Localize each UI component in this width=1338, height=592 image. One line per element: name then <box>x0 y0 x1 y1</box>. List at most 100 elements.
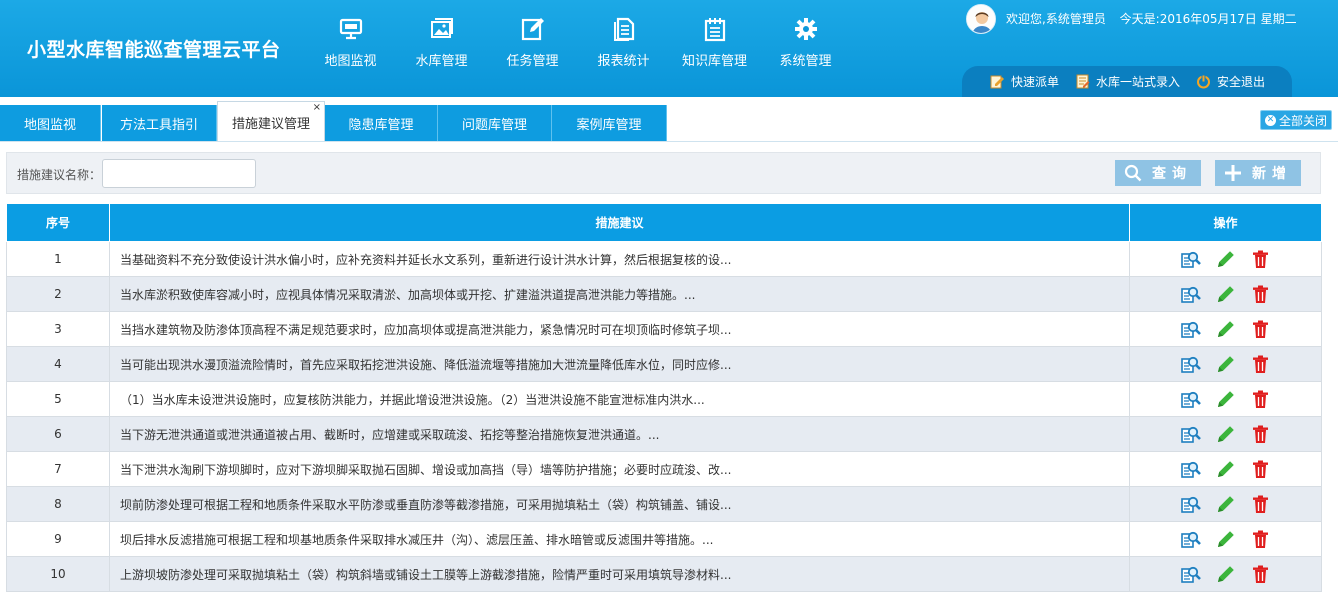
row-index: 7 <box>6 451 110 487</box>
tab-case-library[interactable]: 案例库管理 <box>552 105 667 142</box>
gear-icon <box>794 18 817 40</box>
row-actions <box>1129 346 1322 382</box>
view-detail-icon[interactable] <box>1180 424 1201 445</box>
logout-link[interactable]: 安全退出 <box>1196 73 1265 90</box>
trash-icon[interactable] <box>1250 494 1271 515</box>
view-detail-icon[interactable] <box>1180 389 1201 410</box>
view-detail-icon[interactable] <box>1180 319 1201 340</box>
measure-name-input[interactable] <box>102 159 256 188</box>
nav-item-task[interactable]: 任务管理 <box>487 0 578 97</box>
view-detail-icon[interactable] <box>1180 354 1201 375</box>
row-actions <box>1129 381 1322 417</box>
query-button[interactable]: 查询 <box>1115 160 1201 186</box>
nav-label: 任务管理 <box>506 54 559 69</box>
row-index: 5 <box>6 381 110 417</box>
trash-icon[interactable] <box>1250 389 1271 410</box>
row-index: 1 <box>6 241 110 277</box>
trash-icon[interactable] <box>1250 529 1271 550</box>
search-label: 措施建议名称： <box>17 168 102 182</box>
pencil-icon[interactable] <box>1215 564 1236 585</box>
table-row: 8 坝前防渗处理可根据工程和地质条件采取水平防渗或垂直防渗等截渗措施，可采用抛填… <box>6 486 1322 522</box>
view-detail-icon[interactable] <box>1180 529 1201 550</box>
quick-link-label: 水库一站式录入 <box>1096 75 1181 89</box>
row-index: 2 <box>6 276 110 312</box>
tab-close-icon[interactable]: × <box>313 103 321 113</box>
quick-link-label: 快速派单 <box>1011 75 1060 89</box>
table-body: 1 当基础资料不充分致使设计洪水偏小时，应补充资料并延长水文系列，重新进行设计洪… <box>6 241 1322 592</box>
trash-icon[interactable] <box>1250 459 1271 480</box>
row-index: 10 <box>6 556 110 592</box>
trash-icon[interactable] <box>1250 249 1271 270</box>
add-button[interactable]: 新增 <box>1215 160 1301 186</box>
row-measure-text: 当基础资料不充分致使设计洪水偏小时，应补充资料并延长水文系列，重新进行设计洪水计… <box>109 241 1130 277</box>
pencil-icon[interactable] <box>1215 494 1236 515</box>
measure-table: 序号 措施建议 操作 1 当基础资料不充分致使设计洪水偏小时，应补充资料并延长水… <box>6 203 1322 592</box>
nav-label: 地图监视 <box>324 54 377 69</box>
main-nav: 地图监视 水库管理 任务管理 报表统计 知识库管理 系统管理 <box>305 0 851 97</box>
tab-method-guide[interactable]: 方法工具指引 <box>102 105 217 142</box>
quick-entry-link[interactable]: 水库一站式录入 <box>1075 73 1180 90</box>
view-detail-icon[interactable] <box>1180 494 1201 515</box>
table-row: 2 当水库淤积致使库容减小时，应视具体情况采取清淤、加高坝体或开挖、扩建溢洪道提… <box>6 276 1322 312</box>
nav-item-system[interactable]: 系统管理 <box>760 0 851 97</box>
tab-hazard-library[interactable]: 隐患库管理 <box>325 105 438 142</box>
nav-item-map-monitor[interactable]: 地图监视 <box>305 0 396 97</box>
tab-label: 案例库管理 <box>576 118 642 133</box>
view-detail-icon[interactable] <box>1180 459 1201 480</box>
close-all-tabs-button[interactable]: ✕ 全部关闭 <box>1260 110 1332 130</box>
quick-dispatch-link[interactable]: 快速派单 <box>990 73 1059 90</box>
column-header-measure: 措施建议 <box>109 203 1130 242</box>
table-row: 4 当可能出现洪水漫顶溢流险情时，首先应采取拓挖泄洪设施、降低溢流堰等措施加大泄… <box>6 346 1322 382</box>
pencil-icon[interactable] <box>1215 319 1236 340</box>
trash-icon[interactable] <box>1250 319 1271 340</box>
view-detail-icon[interactable] <box>1180 249 1201 270</box>
row-measure-text: 坝前防渗处理可根据工程和地质条件采取水平防渗或垂直防渗等截渗措施，可采用抛填粘土… <box>109 486 1130 522</box>
row-measure-text: 坝后排水反滤措施可根据工程和坝基地质条件采取排水减压井（沟）、滤层压盖、排水暗管… <box>109 521 1130 557</box>
table-header-row: 序号 措施建议 操作 <box>6 203 1322 242</box>
current-date: 今天是:2016年05月17日 星期二 <box>1119 12 1297 26</box>
nav-label: 报表统计 <box>597 54 650 69</box>
view-detail-icon[interactable] <box>1180 284 1201 305</box>
tab-divider <box>0 141 1338 142</box>
pencil-icon[interactable] <box>1215 424 1236 445</box>
table-row: 5 （1）当水库未设泄洪设施时，应复核防洪能力，并据此增设泄洪设施。（2）当泄洪… <box>6 381 1322 417</box>
row-measure-text: 当可能出现洪水漫顶溢流险情时，首先应采取拓挖泄洪设施、降低溢流堰等措施加大泄流量… <box>109 346 1130 382</box>
user-avatar-icon <box>967 5 995 33</box>
tab-label: 地图监视 <box>23 118 76 133</box>
trash-icon[interactable] <box>1250 424 1271 445</box>
table-row: 10 上游坝坡防渗处理可采取抛填粘土（袋）构筑斜墙或铺设土工膜等上游截渗措施，险… <box>6 556 1322 592</box>
pencil-icon[interactable] <box>1215 389 1236 410</box>
welcome-text: 欢迎您,系统管理员 今天是:2016年05月17日 星期二 <box>1006 10 1297 27</box>
pencil-icon[interactable] <box>1215 459 1236 480</box>
row-actions <box>1129 311 1322 347</box>
pencil-icon[interactable] <box>1215 529 1236 550</box>
trash-icon[interactable] <box>1250 284 1271 305</box>
row-actions <box>1129 416 1322 452</box>
avatar[interactable] <box>966 4 996 34</box>
row-index: 9 <box>6 521 110 557</box>
nav-item-reservoir[interactable]: 水库管理 <box>396 0 487 97</box>
close-circle-icon: ✕ <box>1264 114 1276 126</box>
row-actions <box>1129 276 1322 312</box>
tab-bar: 地图监视 方法工具指引 措施建议管理 × 隐患库管理 问题库管理 案例库管理 <box>0 97 1338 142</box>
tab-label: 隐患库管理 <box>348 118 414 133</box>
tab-map-monitor[interactable]: 地图监视 <box>0 105 101 142</box>
tab-problem-library[interactable]: 问题库管理 <box>438 105 552 142</box>
nav-item-knowledge[interactable]: 知识库管理 <box>669 0 760 97</box>
row-actions <box>1129 486 1322 522</box>
table-row: 1 当基础资料不充分致使设计洪水偏小时，应补充资料并延长水文系列，重新进行设计洪… <box>6 241 1322 277</box>
row-index: 8 <box>6 486 110 522</box>
tab-measure-suggestion[interactable]: 措施建议管理 × <box>217 101 325 142</box>
row-measure-text: （1）当水库未设泄洪设施时，应复核防洪能力，并据此增设泄洪设施。（2）当泄洪设施… <box>109 381 1130 417</box>
nav-item-report[interactable]: 报表统计 <box>578 0 669 97</box>
trash-icon[interactable] <box>1250 564 1271 585</box>
trash-icon[interactable] <box>1250 354 1271 375</box>
monitor-icon <box>339 18 362 40</box>
table-row: 6 当下游无泄洪通道或泄洪通道被占用、截断时，应增建或采取疏浚、拓挖等整治措施恢… <box>6 416 1322 452</box>
pencil-icon[interactable] <box>1215 249 1236 270</box>
pencil-icon[interactable] <box>1215 354 1236 375</box>
row-measure-text: 当下游无泄洪通道或泄洪通道被占用、截断时，应增建或采取疏浚、拓挖等整治措施恢复泄… <box>109 416 1130 452</box>
row-measure-text: 当下泄洪水淘刷下游坝脚时，应对下游坝脚采取抛石固脚、增设或加高挡（导）墙等防护措… <box>109 451 1130 487</box>
pencil-icon[interactable] <box>1215 284 1236 305</box>
view-detail-icon[interactable] <box>1180 564 1201 585</box>
